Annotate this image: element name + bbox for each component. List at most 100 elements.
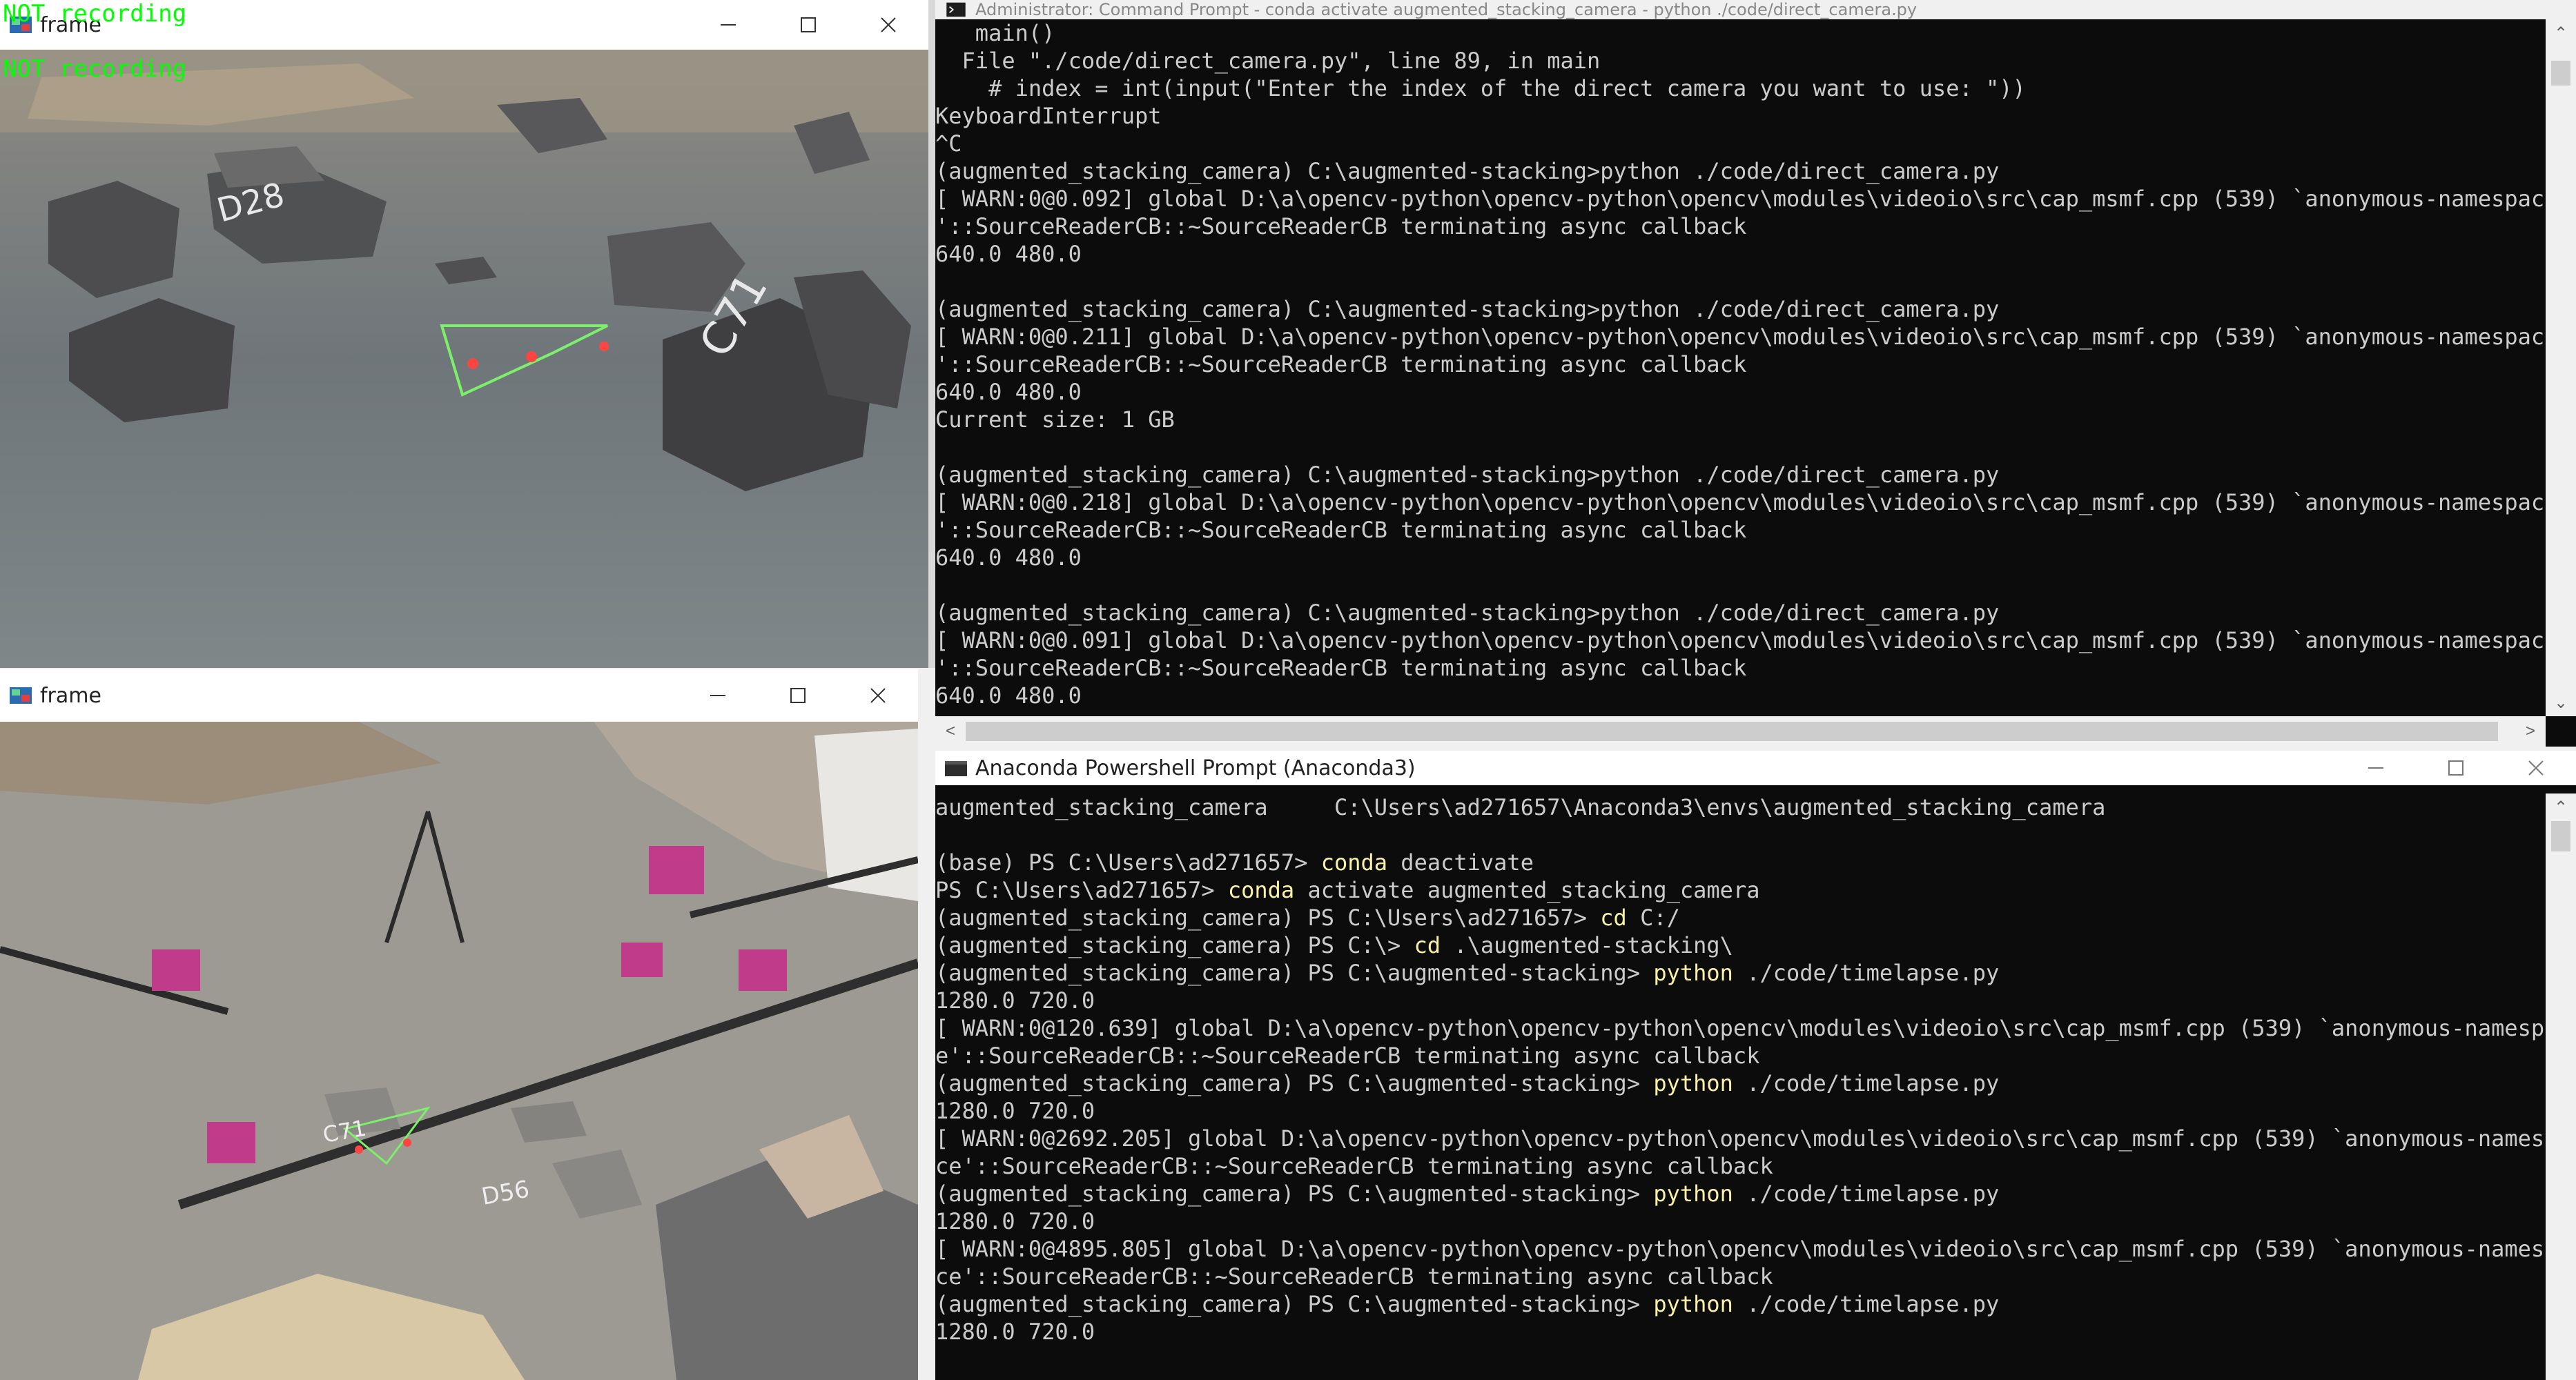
ps-console-output[interactable]: augmented_stacking_camera C:\Users\ad271… [935,793,2546,1380]
console-text: (augmented_stacking_camera) PS C:\augmen… [935,1070,1654,1096]
scroll-left-icon[interactable]: < [935,716,966,747]
powershell-window[interactable]: Anaconda Powershell Prompt (Anaconda3) a… [935,751,2576,1380]
console-line: [ WARN:0@120.639] global D:\a\opencv-pyt… [935,1014,2546,1042]
minimize-button[interactable] [678,669,758,722]
console-text: 1280.0 720.0 [935,1319,1095,1345]
console-text: PS C:\Users\ad271657> [935,877,1228,903]
maximize-button[interactable] [2416,751,2496,785]
cmd-horizontal-scrollbar[interactable]: < > [935,716,2546,747]
cmd-titlebar[interactable]: Administrator: Command Prompt - conda ac… [935,0,2576,19]
minimize-icon [721,24,736,26]
console-line: # index = int(input("Enter the index of … [935,75,2026,101]
console-line: [ WARN:0@0.211] global D:\a\opencv-pytho… [935,324,2545,350]
console-text: 1280.0 720.0 [935,1098,1095,1124]
ps-titlebar[interactable]: Anaconda Powershell Prompt (Anaconda3) [935,751,2576,785]
console-line: '::SourceReaderCB::~SourceReaderCB termi… [935,655,1747,681]
console-text: (augmented_stacking_camera) PS C:\> [935,932,1414,958]
console-line: (augmented_stacking_camera) PS C:\augmen… [935,1070,2546,1097]
ps-vscroll-thumb[interactable] [2551,821,2570,851]
console-line: (augmented_stacking_camera) C:\augmented… [935,158,2000,184]
maximize-button[interactable] [758,669,838,722]
frame-bottom-titlebar[interactable]: frame [0,669,918,722]
close-button[interactable] [2496,751,2576,785]
camera-image-floor-stones: D28 C71 [0,50,928,668]
maximize-button[interactable] [768,0,848,50]
console-command-keyword: python [1653,1291,1733,1317]
console-line: 640.0 480.0 [935,379,1082,405]
frame-window-top[interactable]: frame D28 C71 [0,0,928,668]
camera-image-workshop-overhead: C71 D56 [0,722,918,1380]
console-text: (augmented_stacking_camera) PS C:\augmen… [935,1181,1654,1207]
console-line: (augmented_stacking_camera) PS C:\Users\… [935,904,2546,931]
cmd-hscroll-thumb[interactable] [966,722,2498,741]
console-text: (augmented_stacking_camera) PS C:\Users\… [935,905,1601,931]
console-line: (augmented_stacking_camera) C:\augmented… [935,296,2000,322]
console-line: '::SourceReaderCB::~SourceReaderCB termi… [935,351,1747,377]
console-line: '::SourceReaderCB::~SourceReaderCB termi… [935,213,1747,239]
close-button[interactable] [848,0,928,50]
console-text: (augmented_stacking_camera) PS C:\augmen… [935,1291,1654,1317]
scroll-down-icon[interactable]: ⌄ [2546,689,2576,716]
console-line: (base) PS C:\Users\ad271657> conda deact… [935,849,2546,876]
frame-window-bottom[interactable]: frame C71 D56 [0,669,918,1380]
cmd-vertical-scrollbar[interactable]: ⌃ ⌄ [2546,19,2576,716]
console-text: 1280.0 720.0 [935,987,1095,1014]
recording-status-overlay: NOT recording [3,55,187,83]
frame-bottom-title: frame [40,683,101,708]
cmd-lines: main() File "./code/direct_camera.py", l… [935,19,2546,709]
console-line: main() [935,20,1055,46]
console-line: File "./code/direct_camera.py", line 89,… [935,48,1601,74]
cmd-window[interactable]: Administrator: Command Prompt - conda ac… [935,0,2576,747]
minimize-button[interactable] [688,0,768,50]
close-icon [881,17,896,32]
console-line: [ WARN:0@0.092] global D:\a\opencv-pytho… [935,186,2545,212]
console-text: .\augmented-stacking\ [1441,932,1733,958]
console-line: [ WARN:0@4895.805] global D:\a\opencv-py… [935,1235,2546,1263]
console-line: 1280.0 720.0 [935,987,2546,1014]
scroll-up-icon[interactable]: ⌃ [2546,19,2576,47]
cmd-vscroll-thumb[interactable] [2551,61,2570,86]
console-line: e'::SourceReaderCB::~SourceReaderCB term… [935,1042,2546,1070]
close-button[interactable] [838,669,918,722]
ps-lines: augmented_stacking_camera C:\Users\ad271… [935,793,2546,1346]
camera-view-timelapse: C71 D56 [0,722,918,1380]
console-text: ce'::SourceReaderCB::~SourceReaderCB ter… [935,1153,1773,1179]
console-text: [ WARN:0@4895.805] global D:\a\opencv-py… [935,1236,2546,1262]
desktop-gap [928,0,935,668]
console-line: ce'::SourceReaderCB::~SourceReaderCB ter… [935,1152,2546,1180]
console-line: 640.0 480.0 [935,544,1082,571]
console-command-keyword: cd [1600,905,1627,931]
console-line: (augmented_stacking_camera) C:\augmented… [935,600,2000,626]
camera-view-direct: D28 C71 [0,50,928,668]
console-command-keyword: python [1653,1181,1733,1207]
console-line: [ WARN:0@0.091] global D:\a\opencv-pytho… [935,627,2545,653]
cmd-console-output[interactable]: main() File "./code/direct_camera.py", l… [935,19,2546,716]
console-text: activate augmented_stacking_camera [1294,877,1760,903]
console-line: 1280.0 720.0 [935,1318,2546,1346]
console-text: augmented_stacking_camera C:\Users\ad271… [935,794,2106,820]
minimize-button[interactable] [2336,751,2416,785]
maximize-icon [2448,760,2463,776]
console-line: [ WARN:0@2692.205] global D:\a\opencv-py… [935,1125,2546,1152]
console-line: augmented_stacking_camera C:\Users\ad271… [935,793,2546,821]
ps-vertical-scrollbar[interactable]: ⌃ [2546,793,2576,1380]
cmd-title: Administrator: Command Prompt - conda ac… [975,0,1918,19]
console-text: ./code/timelapse.py [1733,1070,2000,1096]
opencv-frame-icon [10,687,32,704]
ps-title: Anaconda Powershell Prompt (Anaconda3) [975,756,1416,780]
console-line: 640.0 480.0 [935,682,1082,709]
console-line: PS C:\Users\ad271657> conda activate aug… [935,876,2546,904]
console-text: (base) PS C:\Users\ad271657> [935,849,1321,876]
console-line: ^C [935,130,962,157]
scroll-up-icon[interactable]: ⌃ [2546,793,2576,821]
console-line: 1280.0 720.0 [935,1097,2546,1125]
console-line: 1280.0 720.0 [935,1208,2546,1235]
scroll-right-icon[interactable]: > [2515,716,2546,747]
console-text: ./code/timelapse.py [1733,1291,2000,1317]
console-line: (augmented_stacking_camera) C:\augmented… [935,462,2000,488]
console-text: ./code/timelapse.py [1733,1181,2000,1207]
